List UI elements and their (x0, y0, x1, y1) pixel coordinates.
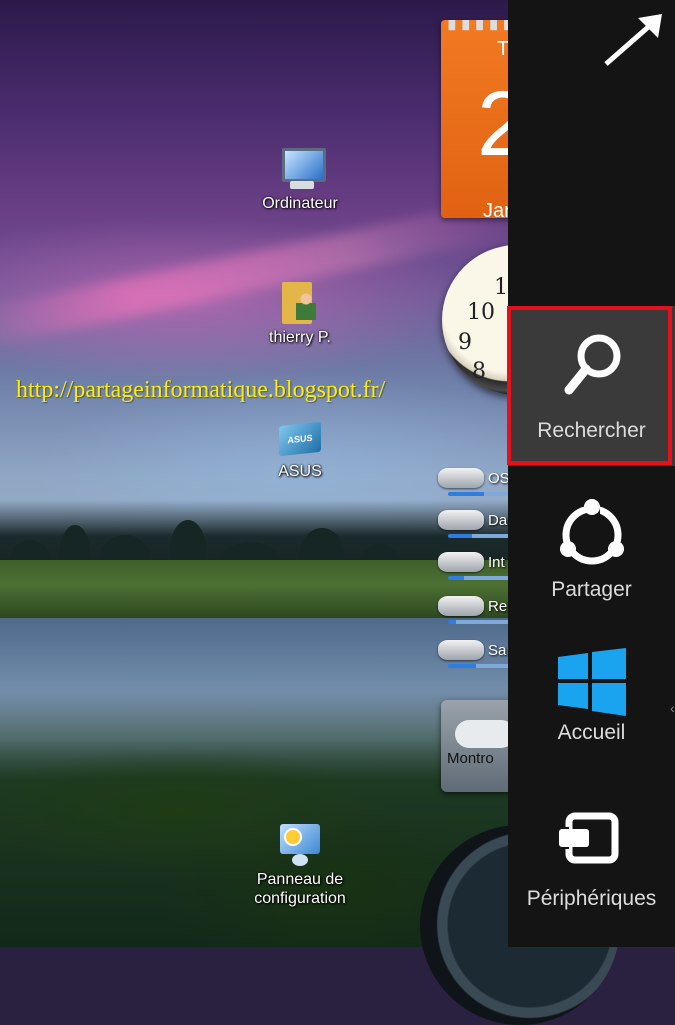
desktop-icon-label: thierry P. (269, 329, 331, 346)
selection-highlight-frame (507, 306, 672, 465)
hard-drive-icon (438, 596, 484, 616)
windows-start-icon (557, 648, 626, 716)
chevron-left-icon: ‹ (670, 700, 675, 716)
drive-name: Int (488, 554, 505, 571)
hard-drive-icon (438, 552, 484, 572)
drive-name: OS (488, 470, 510, 487)
charm-label: Périphériques (526, 887, 657, 910)
charm-label: Partager (551, 578, 632, 601)
desktop-icon-label: Ordinateur (262, 195, 338, 212)
desktop-icon-label: Panneau de configuration (254, 871, 346, 907)
desktop-icon-ordinateur[interactable]: Ordinateur (240, 148, 360, 213)
desktop-icon-asus[interactable]: ASUS ASUS (240, 418, 360, 481)
share-icon (559, 499, 624, 565)
desktop-icon-thierry[interactable]: thierry P. (240, 278, 360, 347)
drive-name: Da (488, 512, 508, 529)
watermark-url: http://partageinformatique.blogspot.fr/ (16, 377, 386, 403)
calendar-rings: ▮▮▮▮▮ (447, 20, 517, 33)
charms-bar: Rechercher Partager Accueil Périphérique… (508, 0, 675, 947)
asus-icon: ASUS (277, 418, 323, 460)
clock-number: 9 (458, 330, 472, 355)
charm-start[interactable]: Accueil (508, 648, 675, 745)
cloud-icon (455, 720, 515, 748)
computer-icon (276, 148, 326, 192)
weather-city: Montro (447, 750, 494, 767)
hard-drive-icon (438, 468, 484, 488)
clock-number: 10 (467, 300, 495, 325)
desktop-icon-label: ASUS (278, 463, 322, 480)
drive-name: Re (488, 598, 508, 615)
arrow-up-right-icon (604, 14, 662, 66)
hard-drive-icon (438, 640, 484, 660)
drive-name: Sa (488, 642, 507, 659)
charm-label: Accueil (557, 721, 626, 744)
calendar-month: Jar (483, 200, 511, 218)
desktop-icon-control-panel[interactable]: Panneau de configuration (240, 822, 360, 908)
hard-drive-icon (438, 510, 484, 530)
clock-number: 8 (472, 359, 486, 384)
charm-share[interactable]: Partager (508, 497, 675, 602)
control-panel-icon (276, 822, 324, 868)
devices-icon (556, 812, 618, 864)
user-folder-icon (280, 278, 320, 326)
charm-devices[interactable]: Périphériques (508, 812, 675, 911)
